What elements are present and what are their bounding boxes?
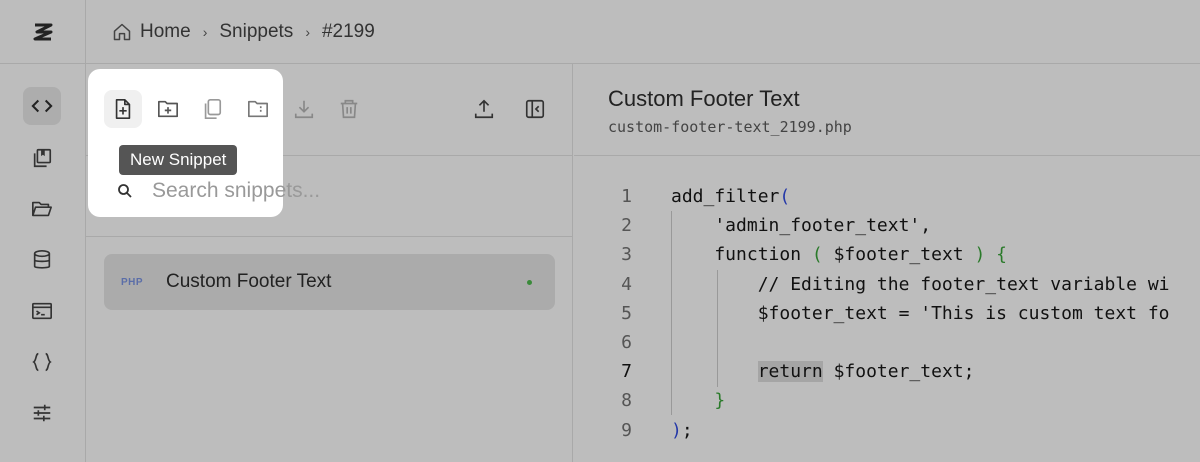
terminal-icon[interactable] xyxy=(23,292,61,330)
braces-icon[interactable] xyxy=(23,343,61,381)
new-folder-button[interactable] xyxy=(149,90,187,128)
chevron-right-icon: › xyxy=(202,23,208,40)
trash-icon xyxy=(340,99,358,119)
line-number: 8 xyxy=(621,390,632,412)
left-rail xyxy=(0,0,86,462)
line-content: return $footer_text; xyxy=(757,361,975,383)
folder-move-icon xyxy=(248,100,268,118)
line-number: 6 xyxy=(621,331,632,353)
snippet-list-item[interactable]: PHP Custom Footer Text xyxy=(104,254,555,310)
code-icon[interactable] xyxy=(23,87,61,125)
duplicate-button[interactable] xyxy=(193,90,231,128)
new-snippet-tooltip: New Snippet xyxy=(119,145,238,175)
snippet-title[interactable]: Custom Footer Text xyxy=(608,86,800,112)
language-badge: PHP xyxy=(121,276,144,288)
line-content: add_filter( xyxy=(671,186,791,207)
panel-toggle-icon xyxy=(525,99,545,119)
line-number: 2 xyxy=(621,215,632,237)
chevron-right-icon: › xyxy=(305,23,310,40)
line-number: 1 xyxy=(621,186,632,207)
library-icon[interactable] xyxy=(23,139,61,177)
new-snippet-button[interactable] xyxy=(104,90,142,128)
code-line[interactable]: 5 $footer_text = 'This is custom text fo xyxy=(574,299,1200,328)
editor-panel: Custom Footer Text custom-footer-text_21… xyxy=(574,64,1200,462)
line-number: 3 xyxy=(621,244,632,266)
toggle-panel-button[interactable] xyxy=(516,90,554,128)
line-number: 4 xyxy=(621,273,632,295)
upload-icon xyxy=(474,99,494,119)
code-line[interactable]: 8 } xyxy=(574,386,1200,415)
line-number: 9 xyxy=(621,419,632,441)
folder-move-button[interactable] xyxy=(239,90,277,128)
sliders-icon[interactable] xyxy=(23,394,61,432)
line-number: 7 xyxy=(621,361,632,383)
new-snippet-icon xyxy=(115,99,131,119)
new-folder-icon xyxy=(158,100,178,118)
breadcrumb-home[interactable]: Home xyxy=(112,21,191,43)
breadcrumb-current: #2199 xyxy=(321,20,375,42)
line-content: // Editing the footer_text variable wi xyxy=(671,273,1170,295)
snippet-name: Custom Footer Text xyxy=(166,271,332,292)
code-line[interactable]: 4 // Editing the footer_text variable wi xyxy=(574,270,1200,299)
code-line[interactable]: 3 function ( $footer_text ) { xyxy=(574,240,1200,269)
snippet-list-panel: New Snippet PHP Custom Footer Text xyxy=(86,64,573,462)
code-line[interactable]: 1 add_filter( xyxy=(574,182,1200,211)
search-input[interactable] xyxy=(152,179,412,203)
duplicate-icon xyxy=(204,99,222,119)
breadcrumb-snippets[interactable]: Snippets xyxy=(219,21,293,43)
folder-icon[interactable] xyxy=(23,190,61,228)
upload-button[interactable] xyxy=(465,90,503,128)
delete-button[interactable] xyxy=(330,90,368,128)
search-icon xyxy=(118,184,132,198)
code-line[interactable]: 2 'admin_footer_text', xyxy=(574,211,1200,240)
line-content: function ( $footer_text ) { xyxy=(671,244,1007,266)
line-number: 5 xyxy=(621,302,632,324)
download-icon xyxy=(294,100,314,119)
download-button[interactable] xyxy=(285,90,323,128)
status-dot xyxy=(527,280,532,285)
snippet-filename: custom-footer-text_2199.php xyxy=(608,118,852,136)
breadcrumb: Home › Snippets › #2199 xyxy=(86,0,1200,64)
line-content: 'admin_footer_text', xyxy=(671,215,932,237)
code-line[interactable]: 9); xyxy=(574,416,1200,445)
home-icon xyxy=(113,23,131,40)
database-icon[interactable] xyxy=(23,241,61,279)
search-row xyxy=(116,179,412,203)
line-content: $footer_text = 'This is custom text fo xyxy=(671,302,1170,324)
code-line[interactable]: 6 xyxy=(574,328,1200,357)
code-line[interactable]: 7 return $footer_text; xyxy=(574,357,1200,386)
logo-icon[interactable] xyxy=(0,0,86,64)
code-editor[interactable]: 1 add_filter(2 'admin_footer_text', 3 func… xyxy=(574,182,1200,445)
line-content: ); xyxy=(671,419,693,441)
breadcrumb-home-label: Home xyxy=(140,20,191,42)
editor-header: Custom Footer Text custom-footer-text_21… xyxy=(574,64,1200,156)
line-content: } xyxy=(714,390,726,412)
